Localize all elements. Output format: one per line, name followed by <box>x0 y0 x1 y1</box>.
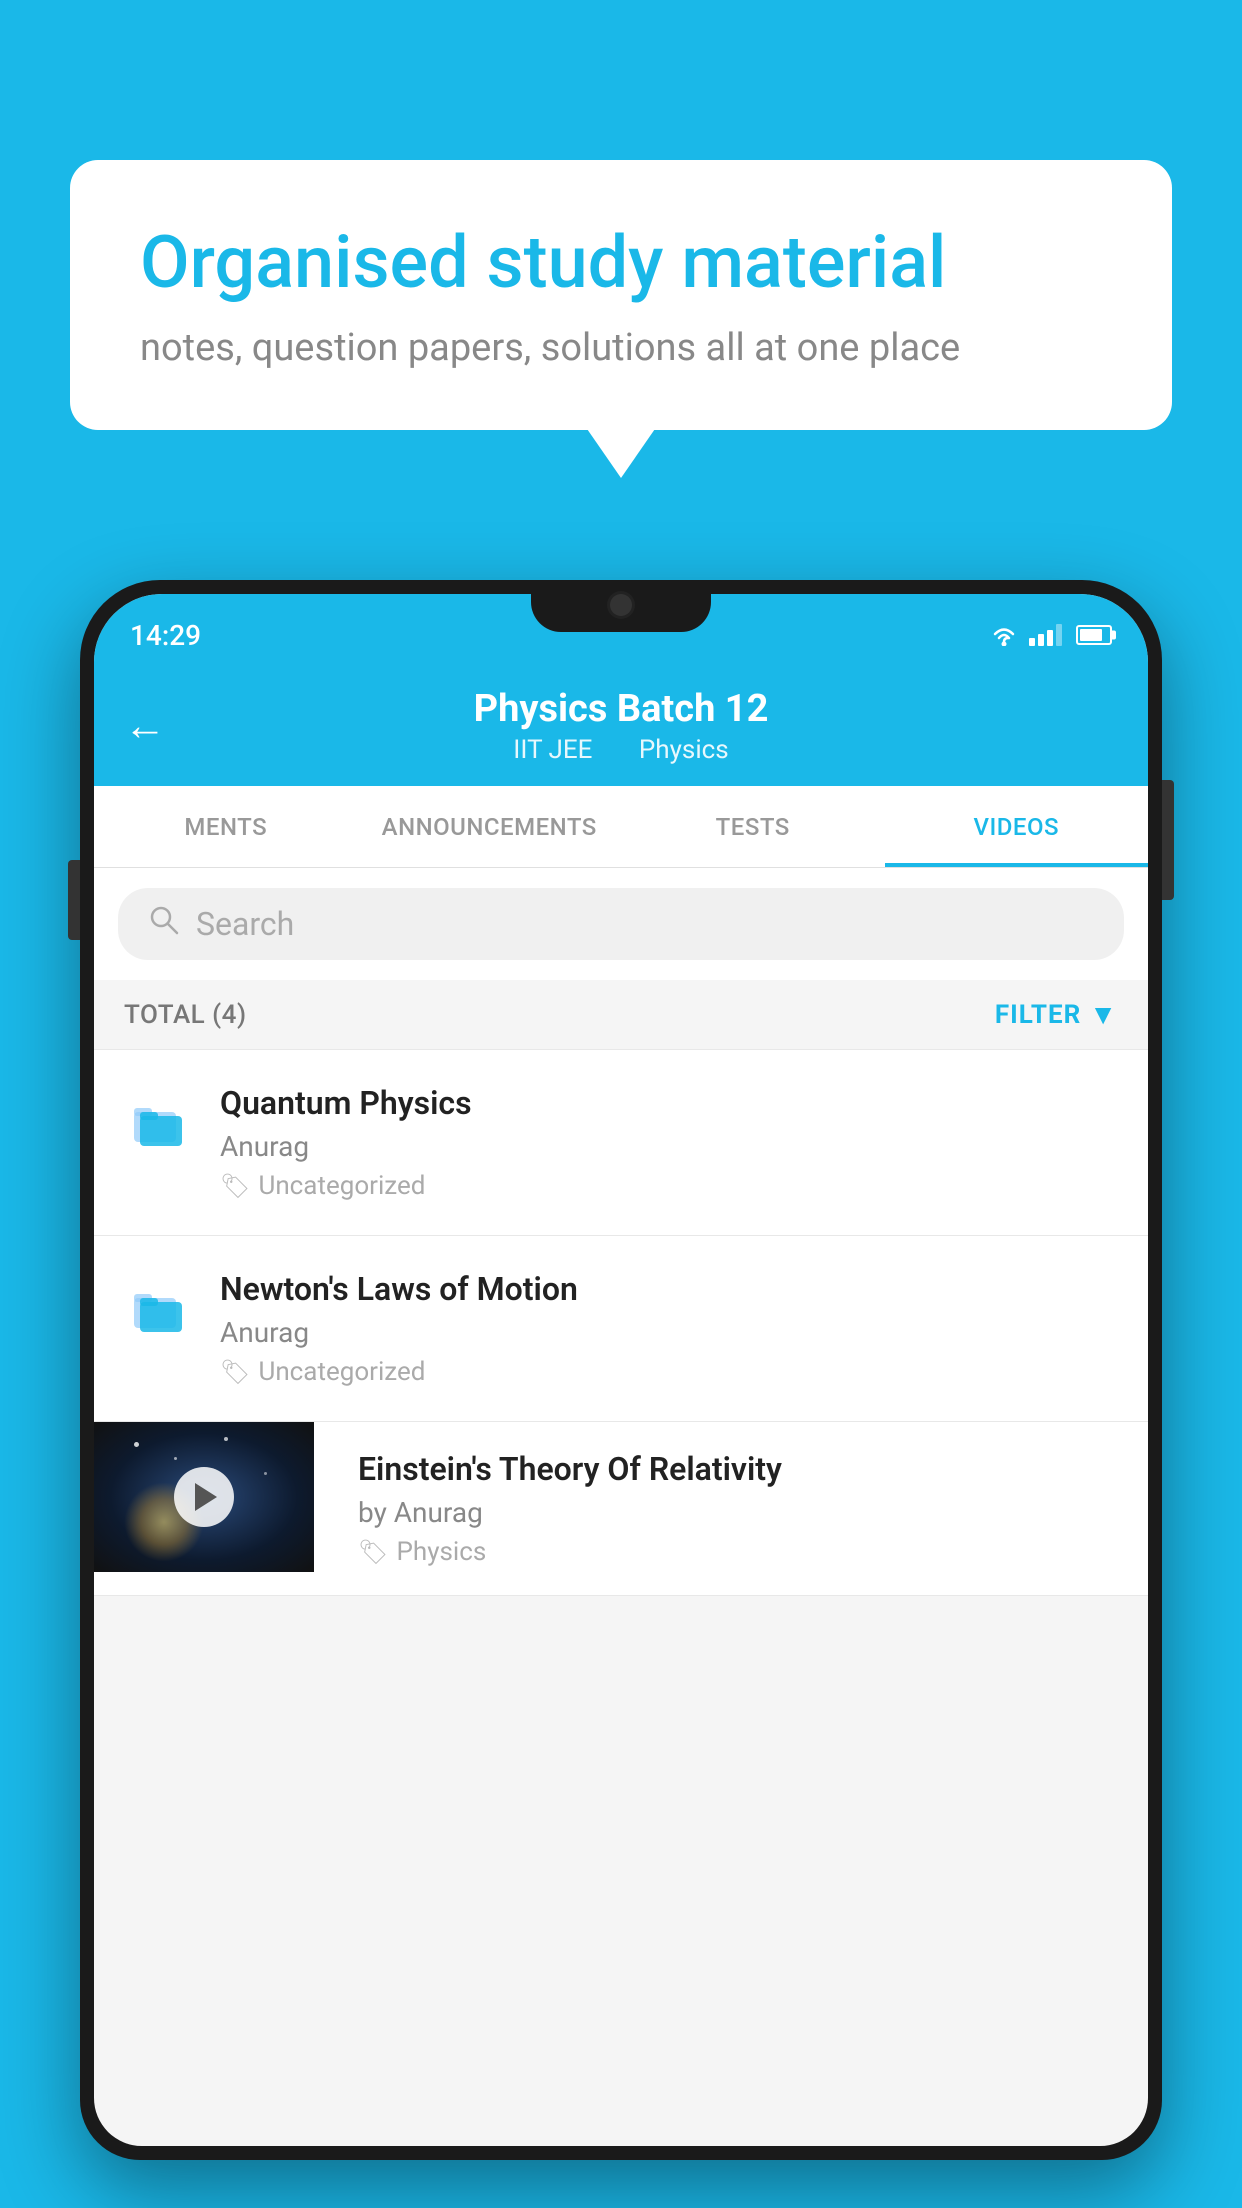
filter-button[interactable]: FILTER ▼ <box>995 998 1118 1031</box>
header-title: Physics Batch 12 <box>474 687 769 731</box>
tag-label: Uncategorized <box>258 1171 425 1201</box>
bubble-title: Organised study material <box>140 220 1102 306</box>
video-folder-icon <box>124 1084 196 1164</box>
signal-icon <box>1029 624 1062 646</box>
video-folder-icon <box>124 1270 196 1350</box>
battery-icon <box>1076 625 1112 645</box>
header-subtitle: IIT JEE Physics <box>503 735 738 765</box>
video-author: Anurag <box>220 1130 1118 1163</box>
back-button[interactable]: ← <box>124 702 166 751</box>
phone-notch <box>531 580 711 632</box>
tag-icon: 🏷 <box>220 1172 250 1200</box>
video-info: Einstein's Theory Of Relativity by Anura… <box>338 1422 1148 1595</box>
tag-icon: 🏷 <box>358 1538 388 1566</box>
search-icon <box>148 904 180 945</box>
video-thumbnail <box>94 1422 314 1572</box>
tag-label: Physics <box>396 1537 486 1567</box>
search-placeholder: Search <box>196 905 294 943</box>
camera-dot <box>610 594 632 616</box>
tab-announcements[interactable]: ANNOUNCEMENTS <box>358 786 622 867</box>
video-title: Newton's Laws of Motion <box>220 1270 1118 1308</box>
video-info: Newton's Laws of Motion Anurag 🏷 Uncateg… <box>220 1270 1118 1387</box>
tab-bar: MENTS ANNOUNCEMENTS TESTS VIDEOS <box>94 786 1148 868</box>
phone-frame: 14:29 <box>80 580 1162 2208</box>
thumb-bg <box>94 1422 314 1572</box>
speech-bubble: Organised study material notes, question… <box>70 160 1172 430</box>
list-item[interactable]: Newton's Laws of Motion Anurag 🏷 Uncateg… <box>94 1236 1148 1422</box>
video-author: Anurag <box>220 1316 1118 1349</box>
tag-icon: 🏷 <box>220 1358 250 1386</box>
play-button[interactable] <box>174 1467 234 1527</box>
video-title: Einstein's Theory Of Relativity <box>358 1450 1128 1488</box>
tab-ments[interactable]: MENTS <box>94 786 358 867</box>
bubble-subtitle: notes, question papers, solutions all at… <box>140 326 1102 370</box>
play-triangle-icon <box>195 1483 217 1511</box>
wifi-icon <box>989 624 1019 646</box>
search-bar[interactable]: Search <box>118 888 1124 960</box>
video-title: Quantum Physics <box>220 1084 1118 1122</box>
video-tag: 🏷 Physics <box>358 1537 1128 1567</box>
tag-label: Uncategorized <box>258 1357 425 1387</box>
header-subtitle-iit: IIT JEE <box>513 735 592 765</box>
filter-bar: TOTAL (4) FILTER ▼ <box>94 980 1148 1050</box>
status-icons <box>989 624 1112 646</box>
filter-label: FILTER <box>995 1000 1081 1030</box>
phone-volume-button <box>68 860 80 940</box>
video-tag: 🏷 Uncategorized <box>220 1357 1118 1387</box>
phone-power-button <box>1162 780 1174 900</box>
video-list: Quantum Physics Anurag 🏷 Uncategorized <box>94 1050 1148 1596</box>
video-author: by Anurag <box>358 1496 1128 1529</box>
phone-outer: 14:29 <box>80 580 1162 2160</box>
video-info: Quantum Physics Anurag 🏷 Uncategorized <box>220 1084 1118 1201</box>
filter-icon: ▼ <box>1089 998 1118 1031</box>
phone-screen: 14:29 <box>94 594 1148 2146</box>
search-container: Search <box>94 868 1148 980</box>
speech-bubble-card: Organised study material notes, question… <box>70 160 1172 430</box>
tab-tests[interactable]: TESTS <box>621 786 885 867</box>
list-item[interactable]: Quantum Physics Anurag 🏷 Uncategorized <box>94 1050 1148 1236</box>
video-tag: 🏷 Uncategorized <box>220 1171 1118 1201</box>
header-subtitle-physics: Physics <box>639 735 729 765</box>
app-header: ← Physics Batch 12 IIT JEE Physics <box>94 666 1148 786</box>
total-count: TOTAL (4) <box>124 1000 247 1030</box>
status-time: 14:29 <box>130 619 201 652</box>
list-item[interactable]: Einstein's Theory Of Relativity by Anura… <box>94 1422 1148 1596</box>
tab-videos[interactable]: VIDEOS <box>885 786 1149 867</box>
